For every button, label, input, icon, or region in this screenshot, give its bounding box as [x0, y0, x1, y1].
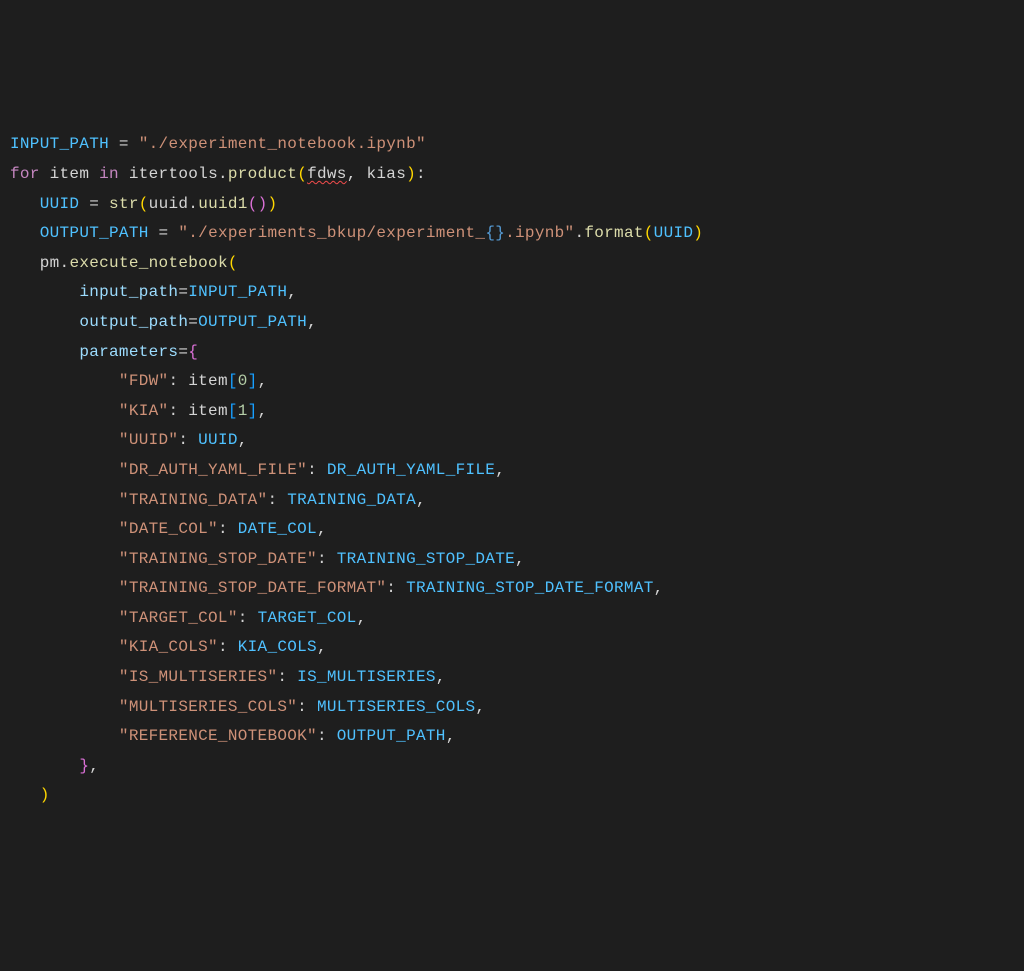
keyword-in: in: [99, 165, 119, 183]
variable: OUTPUT_PATH: [40, 224, 149, 242]
code-line-4: OUTPUT_PATH = "./experiments_bkup/experi…: [10, 219, 1014, 249]
dict-key: "TARGET_COL": [119, 609, 238, 627]
variable: UUID: [40, 195, 80, 213]
code-line-20: "MULTISERIES_COLS": MULTISERIES_COLS,: [10, 693, 1014, 723]
code-line-12: "DR_AUTH_YAML_FILE": DR_AUTH_YAML_FILE,: [10, 456, 1014, 486]
code-line-3: UUID = str(uuid.uuid1()): [10, 190, 1014, 220]
code-line-22: },: [10, 752, 1014, 782]
code-line-6: input_path=INPUT_PATH,: [10, 278, 1014, 308]
dict-key: "DR_AUTH_YAML_FILE": [119, 461, 307, 479]
function-call: execute_notebook: [69, 254, 227, 272]
code-line-11: "UUID": UUID,: [10, 426, 1014, 456]
warning-underline: fdws: [307, 165, 347, 183]
code-line-13: "TRAINING_DATA": TRAINING_DATA,: [10, 486, 1014, 516]
code-line-23: ): [10, 781, 1014, 811]
code-line-1: INPUT_PATH = "./experiment_notebook.ipyn…: [10, 130, 1014, 160]
dict-key: "DATE_COL": [119, 520, 218, 538]
code-line-5: pm.execute_notebook(: [10, 249, 1014, 279]
code-line-10: "KIA": item[1],: [10, 397, 1014, 427]
dict-key: "IS_MULTISERIES": [119, 668, 277, 686]
variable: INPUT_PATH: [10, 135, 109, 153]
parameter: output_path: [79, 313, 188, 331]
dict-key: "TRAINING_STOP_DATE": [119, 550, 317, 568]
code-line-8: parameters={: [10, 338, 1014, 368]
code-line-9: "FDW": item[0],: [10, 367, 1014, 397]
code-line-21: "REFERENCE_NOTEBOOK": OUTPUT_PATH,: [10, 722, 1014, 752]
dict-key: "KIA_COLS": [119, 638, 218, 656]
dict-key: "MULTISERIES_COLS": [119, 698, 297, 716]
code-line-15: "TRAINING_STOP_DATE": TRAINING_STOP_DATE…: [10, 545, 1014, 575]
keyword-for: for: [10, 165, 40, 183]
code-editor[interactable]: INPUT_PATH = "./experiment_notebook.ipyn…: [10, 130, 1014, 811]
code-line-2: for item in itertools.product(fdws, kias…: [10, 160, 1014, 190]
string-literal: "./experiment_notebook.ipynb": [139, 135, 426, 153]
builtin-str: str: [109, 195, 139, 213]
parameter: parameters: [79, 343, 178, 361]
code-line-16: "TRAINING_STOP_DATE_FORMAT": TRAINING_ST…: [10, 574, 1014, 604]
dict-key: "REFERENCE_NOTEBOOK": [119, 727, 317, 745]
code-line-17: "TARGET_COL": TARGET_COL,: [10, 604, 1014, 634]
code-line-7: output_path=OUTPUT_PATH,: [10, 308, 1014, 338]
parameter: input_path: [79, 283, 178, 301]
dict-key: "KIA": [119, 402, 169, 420]
method-format: format: [584, 224, 643, 242]
code-line-19: "IS_MULTISERIES": IS_MULTISERIES,: [10, 663, 1014, 693]
function-call: uuid1: [198, 195, 248, 213]
dict-key: "FDW": [119, 372, 169, 390]
dict-key: "TRAINING_STOP_DATE_FORMAT": [119, 579, 386, 597]
dict-key: "UUID": [119, 431, 178, 449]
code-line-14: "DATE_COL": DATE_COL,: [10, 515, 1014, 545]
function-call: product: [228, 165, 297, 183]
dict-key: "TRAINING_DATA": [119, 491, 268, 509]
code-line-18: "KIA_COLS": KIA_COLS,: [10, 633, 1014, 663]
string-literal: "./experiments_bkup/experiment_: [178, 224, 485, 242]
